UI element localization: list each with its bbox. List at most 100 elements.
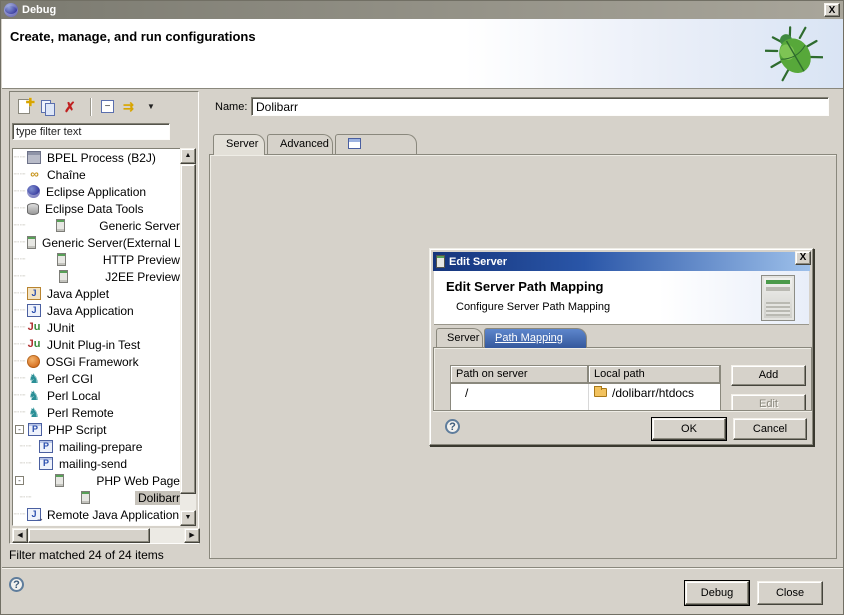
- tree-connector: ┈┈: [13, 458, 39, 469]
- duplicate-configuration-icon[interactable]: [40, 98, 58, 116]
- filter-configurations-icon[interactable]: ⇉: [123, 98, 141, 116]
- window-close-button[interactable]: X: [824, 3, 840, 17]
- tree-item-perl-cgi[interactable]: ┈┈♞Perl CGI: [13, 370, 183, 387]
- tree-item-label[interactable]: Remote Java Application: [44, 508, 182, 522]
- tab-server[interactable]: Server: [213, 134, 265, 155]
- help-icon[interactable]: ?: [9, 577, 24, 592]
- tree-item-label[interactable]: OSGi Framework: [43, 355, 142, 369]
- cancel-button[interactable]: Cancel: [733, 418, 807, 440]
- dialog-help-icon[interactable]: ?: [445, 419, 460, 434]
- tree-item-label[interactable]: J2EE Preview: [102, 270, 183, 284]
- tree-connector: ┈┈: [13, 305, 27, 316]
- tree-connector: ┈┈: [13, 322, 27, 333]
- tree-item-label[interactable]: Eclipse Application: [43, 185, 149, 199]
- add-mapping-button[interactable]: Add: [731, 365, 806, 386]
- tree-connector: ┈┈: [13, 237, 27, 248]
- tree-item-label[interactable]: mailing-prepare: [56, 440, 145, 454]
- tree-item-php-script[interactable]: -PPHP Script: [13, 421, 183, 438]
- tree-item-label[interactable]: mailing-send: [56, 457, 130, 471]
- tree-item-generic-server[interactable]: ┈┈Generic Server: [13, 217, 183, 234]
- java-application-icon: J: [27, 304, 41, 317]
- folder-icon: [594, 388, 607, 397]
- tree-item-label[interactable]: Dolibarr: [135, 491, 183, 505]
- name-input[interactable]: [251, 97, 829, 116]
- tree-item-label[interactable]: Java Applet: [44, 287, 112, 301]
- tree-item-mailing-send[interactable]: ┈┈Pmailing-send: [13, 455, 183, 472]
- tab-advanced[interactable]: Advanced: [267, 134, 333, 154]
- bpel-process-icon: [27, 151, 41, 164]
- tree-item-label[interactable]: Chaîne: [44, 168, 89, 182]
- path-mapping-table[interactable]: Path on server Local path / /dolibarr/ht…: [450, 365, 721, 412]
- dialog-titlebar[interactable]: Edit Server: [433, 252, 810, 271]
- tree-connector: ┈┈: [13, 169, 27, 180]
- footer-separator: [2, 567, 843, 569]
- tree-vertical-scrollbar[interactable]: ▲ ▼: [180, 148, 196, 526]
- tree-item-remote-java-application[interactable]: ┈┈JRemote Java Application: [13, 506, 183, 523]
- tree-item-label[interactable]: Eclipse Data Tools: [42, 202, 147, 216]
- filter-input[interactable]: [12, 123, 170, 140]
- tree-item-mailing-prepare[interactable]: ┈┈Pmailing-prepare: [13, 438, 183, 455]
- tree-item-label[interactable]: PHP Script: [45, 423, 109, 437]
- tree-item-osgi-framework[interactable]: ┈┈OSGi Framework: [13, 353, 183, 370]
- tree-horizontal-scrollbar[interactable]: ◀ ▶: [12, 528, 200, 543]
- tree-connector: ┈┈: [13, 186, 27, 197]
- tree-item-perl-local[interactable]: ┈┈♞Perl Local: [13, 387, 183, 404]
- tree-item-dolibarr[interactable]: ┈┈Dolibarr: [13, 489, 183, 506]
- name-label: Name:: [215, 101, 247, 113]
- scroll-right-icon[interactable]: ▶: [184, 528, 200, 543]
- tree-item-eclipse-application[interactable]: ┈┈ Eclipse Application: [13, 183, 183, 200]
- debug-button[interactable]: Debug: [685, 581, 749, 605]
- tree-item-label[interactable]: HTTP Preview: [100, 253, 183, 267]
- tree-item-generic-server-external-la[interactable]: ┈┈ Generic Server(External La: [13, 234, 183, 251]
- vertical-scroll-thumb[interactable]: [180, 164, 196, 494]
- column-local-path[interactable]: Local path: [589, 366, 720, 384]
- tree-item-http-preview[interactable]: ┈┈HTTP Preview: [13, 251, 183, 268]
- tree-item-label[interactable]: JUnit Plug-in Test: [44, 338, 143, 352]
- tree-item-label[interactable]: Perl CGI: [44, 372, 96, 386]
- tree-item-label[interactable]: Java Application: [44, 304, 137, 318]
- filter-status-text: Filter matched 24 of 24 items: [9, 548, 164, 562]
- configurations-tree[interactable]: ┈┈BPEL Process (B2J)┈┈∞Chaîne┈┈Eclipse A…: [12, 148, 184, 526]
- tree-item-label[interactable]: PHP Web Page: [93, 474, 183, 488]
- tree-item-label[interactable]: Generic Server(External La: [39, 236, 184, 250]
- toolbar-menu-arrow-icon[interactable]: ▼: [147, 98, 165, 116]
- tree-item-java-applet[interactable]: ┈┈JJava Applet: [13, 285, 183, 302]
- column-path-on-server[interactable]: Path on server: [451, 366, 589, 384]
- java-applet-icon: J: [27, 287, 41, 300]
- window-titlebar[interactable]: Debug: [1, 1, 843, 19]
- tree-item-label[interactable]: Perl Remote: [44, 406, 117, 420]
- delete-configuration-icon[interactable]: ✗: [64, 98, 82, 116]
- collapse-expander-icon[interactable]: -: [15, 425, 24, 434]
- tree-item-j2ee-preview[interactable]: ┈┈J2EE Preview: [13, 268, 183, 285]
- tree-item-label[interactable]: Perl Local: [44, 389, 103, 403]
- tree-item-perl-remote[interactable]: ┈┈♞Perl Remote: [13, 404, 183, 421]
- tree-item-junit-plug-in-test[interactable]: ┈┈JuJUnit Plug-in Test: [13, 336, 183, 353]
- tree-item-php-web-page[interactable]: - PHP Web Page: [13, 472, 183, 489]
- tree-item-label[interactable]: JUnit: [44, 321, 77, 335]
- new-configuration-icon[interactable]: ✚: [16, 98, 34, 116]
- camel-icon: ♞: [27, 389, 41, 402]
- tree-item-cha-ne[interactable]: ┈┈∞Chaîne: [13, 166, 183, 183]
- tree-item-junit[interactable]: ┈┈JuJUnit: [13, 319, 183, 336]
- tree-item-label[interactable]: BPEL Process (B2J): [44, 151, 159, 165]
- collapse-expander-icon[interactable]: -: [15, 476, 24, 485]
- local-path-cell: /dolibarr/htdocs: [589, 384, 720, 401]
- scroll-left-icon[interactable]: ◀: [12, 528, 28, 543]
- horizontal-scroll-thumb[interactable]: [28, 528, 150, 543]
- dialog-close-button[interactable]: X: [795, 251, 811, 265]
- tree-item-label[interactable]: Generic Server: [96, 219, 183, 233]
- close-button[interactable]: Close: [757, 581, 823, 605]
- collapse-all-icon[interactable]: −: [99, 98, 117, 116]
- dialog-tab-path-mapping[interactable]: Path Mapping: [484, 328, 587, 348]
- dialog-tab-server[interactable]: Server: [436, 328, 483, 348]
- tab-common[interactable]: Common: [335, 134, 417, 154]
- table-row[interactable]: / /dolibarr/htdocs: [451, 384, 720, 401]
- scroll-up-icon[interactable]: ▲: [180, 148, 196, 164]
- tree-item-java-application[interactable]: ┈┈JJava Application: [13, 302, 183, 319]
- tree-item-eclipse-data-tools[interactable]: ┈┈Eclipse Data Tools: [13, 200, 183, 217]
- scroll-down-icon[interactable]: ▼: [180, 510, 196, 526]
- ok-button[interactable]: OK: [652, 418, 726, 440]
- window-title: Debug: [22, 4, 56, 16]
- junit-plugin-icon: Ju: [27, 338, 41, 351]
- tree-item-bpel-process-b2j[interactable]: ┈┈BPEL Process (B2J): [13, 149, 183, 166]
